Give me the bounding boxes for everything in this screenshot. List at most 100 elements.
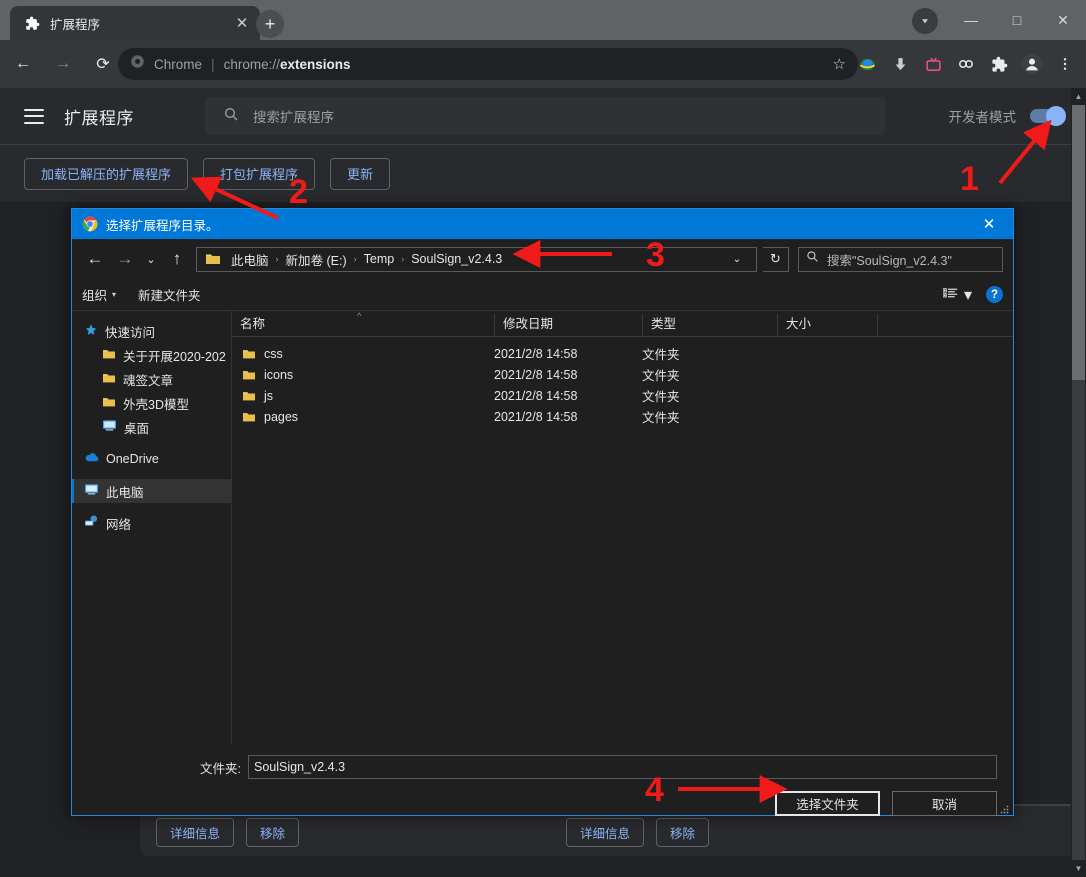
sidebar-item-label: 快速访问	[105, 325, 156, 340]
browser-toolbar: ← → ⟳ Chrome | chrome://extensions ☆	[0, 40, 1086, 88]
nav-recent-locations-icon[interactable]: ⌄	[142, 246, 160, 272]
dialog-footer: 文件夹: SoulSign_v2.4.3 选择文件夹 取消	[72, 743, 1013, 816]
dialog-sidebar: 快速访问 关于开展2020-202 魂签文章 外壳3D模型 桌面 OneDriv…	[72, 311, 232, 743]
developer-mode-label: 开发者模式	[948, 110, 1017, 125]
details-button[interactable]: 详细信息	[156, 817, 235, 847]
bookmark-star-icon[interactable]: ☆	[833, 55, 846, 73]
sidebar-item-folder-2[interactable]: 魂签文章	[72, 367, 231, 391]
omnibox-url-prefix: chrome://	[223, 56, 280, 72]
chrome-menu-icon[interactable]	[1050, 49, 1080, 79]
dialog-close-icon[interactable]: ✕	[969, 209, 1009, 239]
tab-close-icon[interactable]: ✕	[232, 14, 252, 32]
nav-forward-icon[interactable]: →	[112, 246, 138, 272]
folder-picker-dialog: 选择扩展程序目录。 ✕ ← → ⌄ ↑ 此电脑 › 新加卷 (E:) › Tem…	[71, 208, 1014, 816]
sidebar-item-desktop[interactable]: 桌面	[72, 415, 231, 439]
folder-field-label: 文件夹:	[200, 761, 241, 776]
table-row[interactable]: icons 2021/2/8 14:58 文件夹	[232, 364, 1013, 385]
new-tab-button[interactable]: +	[256, 10, 284, 38]
forward-button[interactable]: →	[46, 47, 80, 81]
chrome-logo-icon	[130, 54, 145, 74]
scrollbar-thumb[interactable]	[1072, 105, 1085, 380]
nav-up-icon[interactable]: ↑	[164, 246, 190, 272]
view-layout-icon[interactable]: ▾	[942, 285, 972, 305]
organize-menu[interactable]: 组织 ▾	[82, 285, 116, 304]
sidebar-item-folder-3[interactable]: 外壳3D模型	[72, 391, 231, 415]
remove-button[interactable]: 移除	[656, 817, 710, 847]
table-row[interactable]: js 2021/2/8 14:58 文件夹	[232, 385, 1013, 406]
star-pin-icon	[84, 323, 98, 340]
sidebar-item-folder-1[interactable]: 关于开展2020-202	[72, 343, 231, 367]
omnibox-chip-label: Chrome	[154, 56, 203, 72]
update-button[interactable]: 更新	[330, 157, 391, 190]
omnibox[interactable]: Chrome | chrome://extensions ☆	[118, 48, 858, 80]
column-header-modified[interactable]: 修改日期	[494, 314, 642, 336]
window-controls: — □ ✕	[948, 0, 1086, 40]
sidebar-item-label: 网络	[106, 517, 132, 532]
sidebar-item-network[interactable]: 网络	[72, 511, 231, 535]
close-window-button[interactable]: ✕	[1040, 0, 1086, 40]
search-input[interactable]: 搜索扩展程序	[205, 97, 885, 135]
folder-name-input[interactable]: SoulSign_v2.4.3	[248, 755, 997, 779]
developer-mode-row: 开发者模式	[948, 88, 1066, 144]
resize-grip-icon[interactable]	[999, 802, 1009, 814]
scroll-up-arrow-icon[interactable]: ▲	[1071, 88, 1086, 105]
dialog-search-input[interactable]: 搜索"SoulSign_v2.4.3"	[798, 246, 1003, 272]
column-header-size[interactable]: 大小	[777, 314, 877, 336]
select-folder-button[interactable]: 选择文件夹	[775, 791, 880, 816]
breadcrumb-item-3[interactable]: SoulSign_v2.4.3	[406, 252, 507, 266]
column-header-type[interactable]: 类型	[642, 314, 777, 336]
extensions-puzzle-icon[interactable]	[984, 49, 1014, 79]
dialog-command-bar: 组织 ▾ 新建文件夹 ▾ ?	[72, 279, 1013, 311]
column-header-name[interactable]: 名称	[232, 314, 494, 336]
new-folder-button[interactable]: 新建文件夹	[138, 285, 201, 304]
reload-button[interactable]: ⟳	[86, 47, 120, 81]
profile-avatar-icon[interactable]	[1017, 49, 1047, 79]
nav-back-icon[interactable]: ←	[82, 246, 108, 272]
sidebar-item-quick-access[interactable]: 快速访问	[72, 319, 231, 343]
cancel-button[interactable]: 取消	[892, 791, 997, 816]
remove-button[interactable]: 移除	[246, 817, 300, 847]
ie-tab-icon[interactable]	[852, 49, 882, 79]
help-icon[interactable]: ?	[986, 286, 1003, 303]
hamburger-menu-icon[interactable]	[24, 108, 44, 124]
scroll-down-arrow-icon[interactable]: ▼	[1071, 860, 1086, 877]
file-modified: 2021/2/8 14:58	[494, 409, 578, 424]
minimize-button[interactable]: —	[948, 0, 994, 40]
breadcrumb-separator: ›	[275, 254, 279, 264]
file-type: 文件夹	[642, 390, 680, 404]
file-modified: 2021/2/8 14:58	[494, 346, 578, 361]
tv-extension-icon[interactable]	[918, 49, 948, 79]
toolbar-extension-icons	[852, 48, 1080, 80]
file-name: pages	[264, 409, 299, 424]
back-button[interactable]: ←	[6, 47, 40, 81]
folder-icon	[205, 252, 221, 266]
browser-tab[interactable]: 扩展程序 ✕	[10, 6, 260, 40]
maximize-button[interactable]: □	[994, 0, 1040, 40]
sidebar-item-this-pc[interactable]: 此电脑	[72, 479, 231, 503]
omnibox-url: chrome://extensions	[224, 57, 351, 72]
table-row[interactable]: css 2021/2/8 14:58 文件夹	[232, 343, 1013, 364]
details-button[interactable]: 详细信息	[566, 817, 645, 847]
link-extension-icon[interactable]	[951, 49, 981, 79]
load-unpacked-button[interactable]: 加载已解压的扩展程序	[24, 157, 189, 190]
sidebar-item-onedrive[interactable]: OneDrive	[72, 447, 231, 471]
breadcrumb-item-1[interactable]: 新加卷 (E:)	[281, 250, 352, 269]
omnibox-separator: |	[211, 56, 215, 72]
refresh-icon[interactable]: ↻	[763, 246, 789, 272]
breadcrumb-item-2[interactable]: Temp	[359, 252, 400, 266]
file-type: 文件夹	[642, 348, 680, 362]
breadcrumb-item-0[interactable]: 此电脑	[226, 250, 274, 269]
file-list-header: 名称 修改日期 类型 大小 ^	[232, 311, 1013, 337]
breadcrumb-dropdown-icon[interactable]: ⌄	[724, 247, 750, 271]
address-breadcrumb-bar[interactable]: 此电脑 › 新加卷 (E:) › Temp › SoulSign_v2.4.3 …	[196, 246, 757, 272]
table-row[interactable]: pages 2021/2/8 14:58 文件夹	[232, 406, 1013, 427]
search-icon	[806, 250, 819, 268]
dialog-nav-bar: ← → ⌄ ↑ 此电脑 › 新加卷 (E:) › Temp › SoulSign…	[72, 239, 1013, 279]
folder-icon	[102, 372, 116, 387]
developer-mode-toggle[interactable]	[1030, 106, 1066, 126]
page-scrollbar[interactable]: ▲ ▼	[1071, 88, 1086, 877]
sort-ascending-icon: ^	[357, 311, 362, 321]
dialog-buttons: 选择文件夹 取消	[775, 791, 997, 816]
download-icon[interactable]	[885, 49, 915, 79]
profile-chip-icon[interactable]	[912, 8, 938, 34]
